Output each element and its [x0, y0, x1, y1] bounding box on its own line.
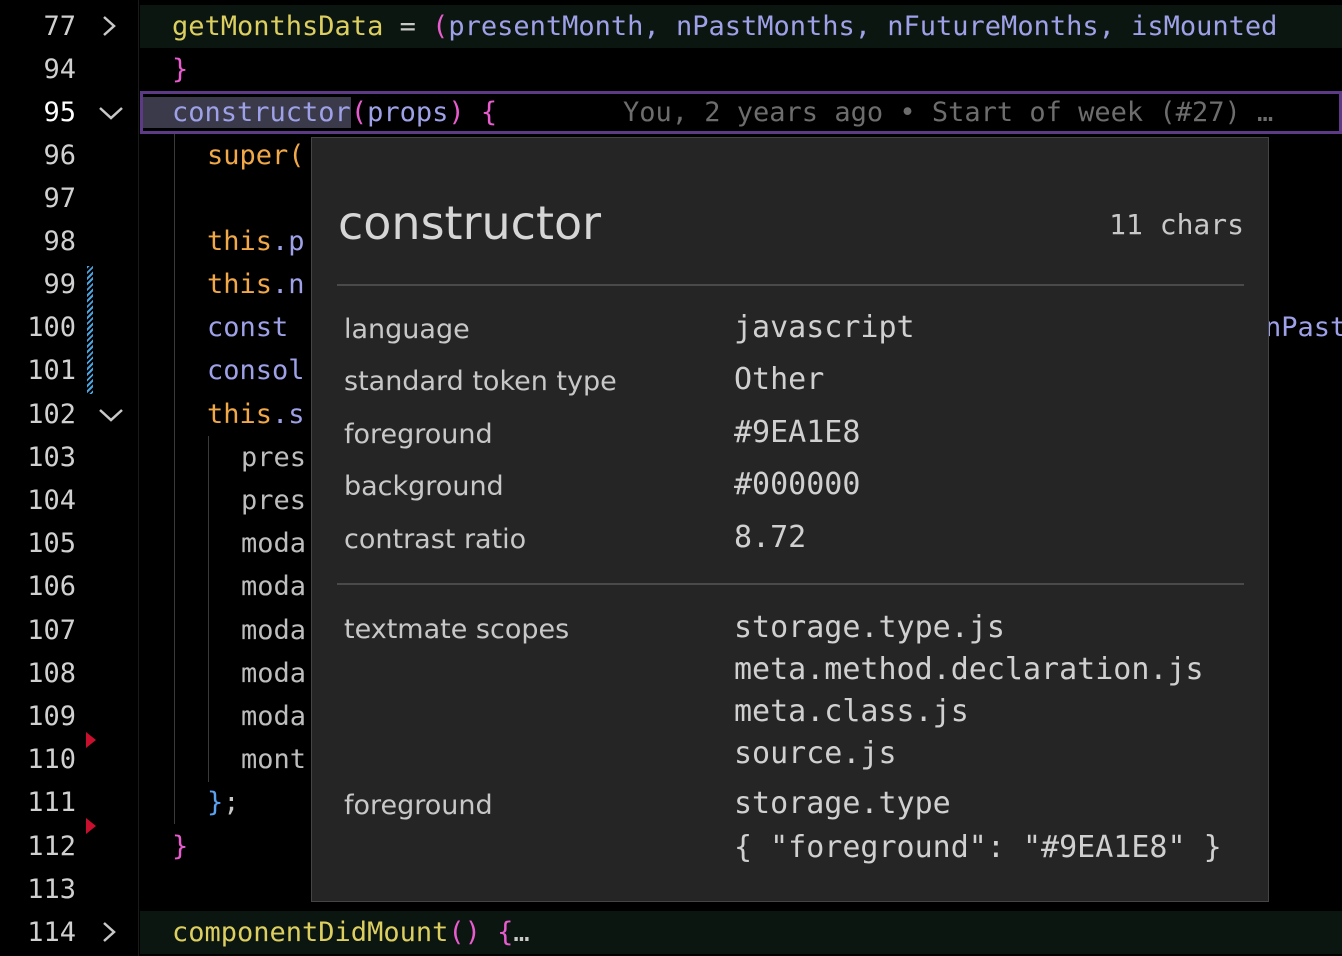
line-number[interactable]: 104: [0, 479, 76, 522]
hover-fg-json: { "foreground": "#9EA1E8" }: [734, 830, 1222, 865]
operator: =: [383, 11, 433, 42]
hover-scopes-label: textmate scopes: [344, 614, 570, 645]
fold-expanded-icon[interactable]: [98, 393, 124, 436]
brace: {: [480, 917, 514, 948]
line-number[interactable]: 114: [0, 911, 76, 954]
hover-key: contrast ratio: [344, 524, 527, 555]
hover-divider: [337, 583, 1244, 585]
line-number[interactable]: 77: [0, 5, 76, 48]
paren: (: [432, 11, 449, 42]
editor-gutter: 77 94 95 96 97 98 99 100 101 102 103 104…: [0, 0, 139, 956]
code-line-95[interactable]: constructor(props) { You, 2 years ago • S…: [140, 91, 1342, 134]
line-number[interactable]: 94: [0, 48, 76, 91]
hover-divider: [337, 284, 1244, 286]
method-name: getMonthsData: [172, 11, 384, 42]
hover-scope: source.js: [734, 736, 897, 771]
line-number[interactable]: 96: [0, 134, 76, 177]
line-number[interactable]: 107: [0, 609, 76, 652]
hover-fg-label: foreground: [344, 790, 493, 821]
hover-fg-rule: storage.type: [734, 786, 951, 821]
code-text: .s: [272, 399, 305, 430]
fold-expanded-icon[interactable]: [98, 91, 124, 134]
paren: (): [448, 917, 481, 948]
hover-scope: meta.method.declaration.js: [734, 652, 1204, 687]
code-text: moda: [241, 528, 307, 559]
line-number[interactable]: 99: [0, 263, 76, 306]
code-text: moda: [241, 571, 307, 602]
code-text: moda: [241, 658, 307, 689]
fold-collapsed-icon[interactable]: [98, 911, 124, 954]
hover-char-count: 11 chars: [1109, 208, 1244, 241]
paren: (: [350, 97, 368, 128]
brace: {: [464, 97, 498, 128]
hover-key: background: [344, 471, 504, 502]
code-text: .n: [272, 269, 305, 300]
token-inspector-hover: constructor 11 chars language javascript…: [311, 137, 1269, 902]
line-number[interactable]: 95: [0, 91, 76, 134]
paren: ): [448, 97, 465, 128]
code-text: consol: [207, 355, 305, 386]
code-text: .p: [272, 226, 305, 257]
hover-scope: storage.type.js: [734, 610, 1005, 645]
hover-key: standard token type: [344, 366, 617, 397]
code-text: moda: [241, 701, 307, 732]
this-keyword: this: [207, 226, 273, 257]
semicolon: ;: [223, 787, 240, 818]
brace: }: [207, 787, 224, 818]
line-number[interactable]: 111: [0, 781, 76, 824]
hover-value: #9EA1E8: [734, 415, 861, 450]
line-number[interactable]: 98: [0, 220, 76, 263]
line-number[interactable]: 100: [0, 306, 76, 349]
hover-value: #000000: [734, 467, 861, 502]
code-text: pres: [241, 485, 307, 516]
line-number[interactable]: 110: [0, 738, 76, 781]
brace: }: [172, 831, 189, 862]
params: presentMonth, nPastMonths, nFutureMonths…: [448, 11, 1278, 42]
line-number[interactable]: 102: [0, 393, 76, 436]
code-line-114[interactable]: componentDidMount() {…: [140, 911, 1342, 954]
fold-collapsed-icon[interactable]: [98, 5, 124, 48]
code-text: pres: [241, 442, 307, 473]
hover-key: foreground: [344, 419, 493, 450]
param: props: [367, 97, 449, 128]
code-line-77[interactable]: getMonthsData = (presentMonth, nPastMont…: [140, 5, 1342, 48]
line-number[interactable]: 106: [0, 565, 76, 608]
code-line-94[interactable]: }: [140, 48, 1342, 91]
code-text: nPast: [1265, 312, 1342, 343]
line-number[interactable]: 112: [0, 825, 76, 868]
this-keyword: this: [207, 269, 273, 300]
line-number[interactable]: 108: [0, 652, 76, 695]
method-name: componentDidMount: [172, 917, 449, 948]
line-number[interactable]: 103: [0, 436, 76, 479]
hover-title: constructor: [338, 196, 602, 250]
hover-value: 8.72: [734, 520, 807, 555]
line-number[interactable]: 97: [0, 177, 76, 220]
const-keyword: const: [207, 312, 289, 343]
scm-deleted-marker[interactable]: [86, 818, 96, 834]
scm-modified-marker[interactable]: [87, 266, 93, 394]
line-number[interactable]: 101: [0, 349, 76, 392]
hover-value: Other: [734, 362, 825, 397]
hover-scope: meta.class.js: [734, 694, 969, 729]
code-text: mont: [241, 744, 307, 775]
folded-ellipsis[interactable]: …: [513, 917, 529, 948]
selected-token: constructor: [143, 97, 351, 128]
line-number[interactable]: 105: [0, 522, 76, 565]
line-number[interactable]: 109: [0, 695, 76, 738]
code-text: super(: [207, 140, 305, 171]
hover-key: language: [344, 314, 470, 345]
hover-value: javascript: [734, 310, 915, 345]
line-number[interactable]: 113: [0, 868, 76, 911]
git-blame-annotation[interactable]: You, 2 years ago • Start of week (#27) …: [623, 94, 1273, 131]
code-text: moda: [241, 615, 307, 646]
this-keyword: this: [207, 399, 273, 430]
brace: }: [172, 54, 189, 85]
scm-deleted-marker[interactable]: [86, 732, 96, 748]
